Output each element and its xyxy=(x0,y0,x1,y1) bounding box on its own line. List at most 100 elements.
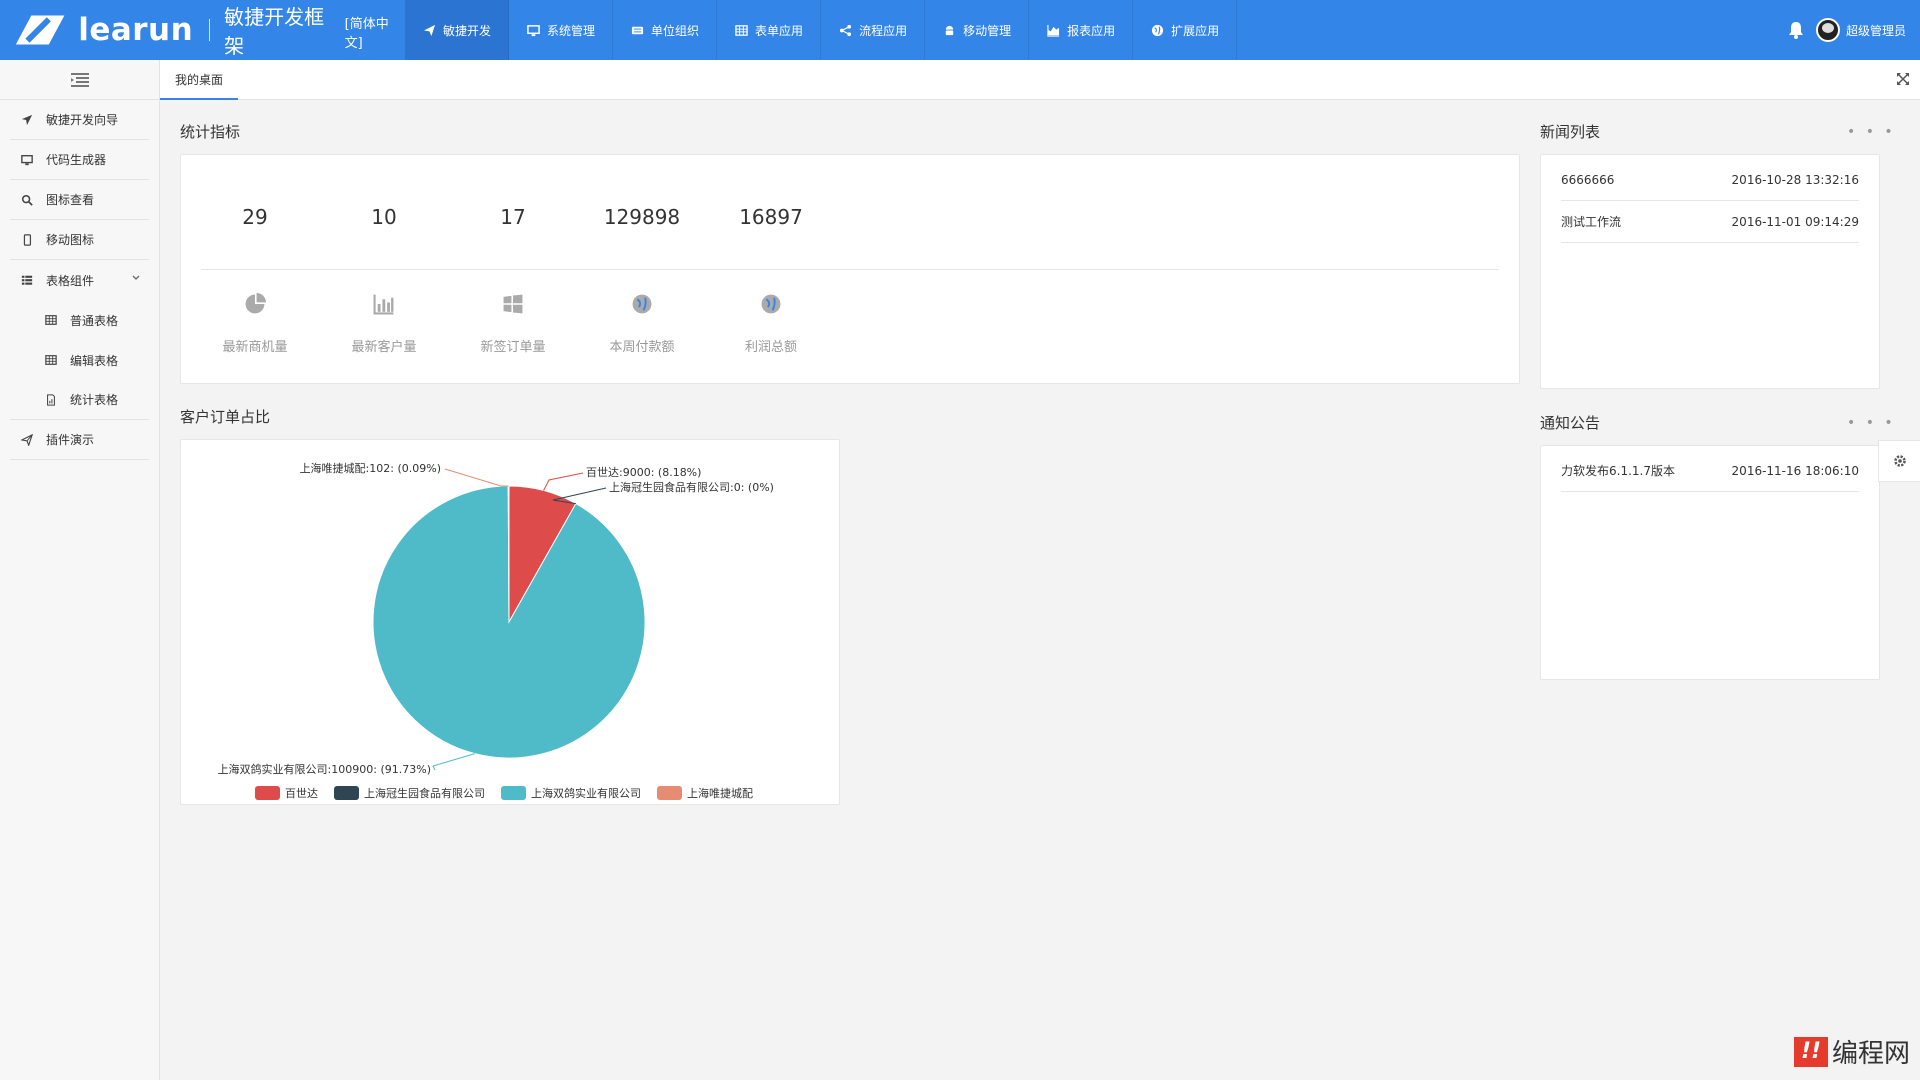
bar-chart-icon xyxy=(373,294,394,315)
sidebar-item-3[interactable]: 移动图标 xyxy=(10,220,149,260)
news-row[interactable]: 测试工作流 2016-11-01 09:14:29 xyxy=(1561,201,1859,243)
notices-more-button[interactable]: • • • xyxy=(1847,415,1896,431)
nav-item-label: 流程应用 xyxy=(859,23,908,38)
nav-item-label: 表单应用 xyxy=(755,23,804,38)
stat-icon-wrap xyxy=(205,293,305,315)
sidebar-menu: 敏捷开发向导 代码生成器图标查看移动图标表格组件普通表格编辑表格统计表格插件演示 xyxy=(0,100,159,460)
sidebar-item-label: 统计表格 xyxy=(70,393,119,407)
watermark: !! 编程网 xyxy=(1793,1033,1910,1070)
stat-value: 17 xyxy=(500,205,526,229)
stat-icon-wrap xyxy=(463,293,563,315)
pie-label-line xyxy=(444,468,509,487)
brand-subtitle: 敏捷开发框架 xyxy=(224,5,325,58)
stat-icon-wrap xyxy=(592,293,692,315)
watermark-logo: !! xyxy=(1793,1036,1828,1067)
legend-swatch[interactable] xyxy=(657,786,682,800)
sidebar-item-label: 表格组件 xyxy=(46,273,95,288)
settings-tab[interactable] xyxy=(1878,440,1920,482)
share-icon xyxy=(839,24,851,36)
notices-title: 通知公告 xyxy=(1540,414,1601,432)
pie-chart-icon xyxy=(245,293,266,314)
legend-label[interactable]: 上海冠生园食品有限公司 xyxy=(364,786,485,800)
sidebar-item-8[interactable]: 插件演示 xyxy=(10,420,149,460)
pie-slice-label: 上海唯捷城配:102: (0.09%) xyxy=(300,461,441,475)
area-chart-icon xyxy=(1046,24,1059,37)
table-icon xyxy=(734,24,748,36)
brand-divider xyxy=(209,19,211,41)
menu-collapse-icon xyxy=(70,72,89,87)
stat-value: 29 xyxy=(242,205,268,229)
gear-icon xyxy=(1893,455,1906,467)
nav-item-6[interactable]: 报表应用 xyxy=(1029,0,1134,60)
legend-label[interactable]: 上海双鸽实业有限公司 xyxy=(531,786,641,800)
watermark-text: 编程网 xyxy=(1831,1039,1910,1069)
globe-icon xyxy=(1151,24,1163,36)
nav-item-2[interactable]: 单位组织 xyxy=(613,0,718,60)
brand[interactable]: learun 敏捷开发框架 [简体中文] xyxy=(0,0,405,60)
news-row-time: 2016-11-01 09:14:29 xyxy=(1731,214,1859,229)
nav-item-5[interactable]: 移动管理 xyxy=(925,0,1030,60)
pie-slice-label: 百世达:9000: (8.18%) xyxy=(586,466,701,479)
paper-plane-icon xyxy=(423,24,435,36)
sidebar-item-2[interactable]: 图标查看 xyxy=(10,180,149,220)
nav-item-label: 系统管理 xyxy=(547,23,596,38)
nav-item-0[interactable]: 敏捷开发 xyxy=(405,0,510,60)
sidebar-toggle[interactable] xyxy=(0,60,159,100)
nav-item-4[interactable]: 流程应用 xyxy=(821,0,926,60)
legend-swatch[interactable] xyxy=(501,786,526,800)
stats-divider xyxy=(201,269,1499,270)
news-panel: 6666666 2016-10-28 13:32:16 测试工作流 2016-11-0… xyxy=(1540,154,1880,389)
nav-item-7[interactable]: 扩展应用 xyxy=(1133,0,1238,60)
user-name[interactable]: 超级管理员 xyxy=(1846,22,1906,39)
notices-row-time: 2016-11-16 18:06:10 xyxy=(1731,463,1859,478)
learun-logo-icon xyxy=(15,15,65,45)
nav-item-label: 单位组织 xyxy=(651,23,700,38)
nav-item-3[interactable]: 表单应用 xyxy=(717,0,822,60)
sidebar-item-label: 图标查看 xyxy=(46,193,95,207)
send-icon xyxy=(21,433,33,446)
sidebar-item-7[interactable]: 统计表格 xyxy=(10,380,149,420)
globe-icon xyxy=(632,294,652,314)
stat-value: 10 xyxy=(371,205,397,229)
fullscreen-icon[interactable] xyxy=(1896,72,1910,86)
tab-bar: 我的桌面 xyxy=(160,60,1920,100)
legend-swatch[interactable] xyxy=(334,786,359,800)
main-nav: 敏捷开发 系统管理 单位组织 表单应用 流程应用 移动管理 报表应用 扩展应用 xyxy=(405,0,1238,60)
sidebar-item-label: 代码生成器 xyxy=(46,153,107,167)
sidebar-item-0[interactable]: 敏捷开发向导 xyxy=(10,100,149,140)
legend-label[interactable]: 上海唯捷城配 xyxy=(687,786,753,800)
file-chart-icon xyxy=(47,393,55,406)
notices-row-title: 力软发布6.1.1.7版本 xyxy=(1561,464,1675,478)
keyboard-icon xyxy=(631,26,643,34)
legend-label[interactable]: 百世达 xyxy=(285,787,318,800)
notices-row[interactable]: 力软发布6.1.1.7版本 2016-11-16 18:06:10 xyxy=(1561,450,1859,492)
sidebar-item-1[interactable]: 代码生成器 xyxy=(10,140,149,180)
stat-label: 最新客户量 xyxy=(351,340,417,355)
mobile-icon xyxy=(23,233,32,246)
nav-item-1[interactable]: 系统管理 xyxy=(509,0,614,60)
news-row-title: 测试工作流 xyxy=(1561,215,1622,229)
android-icon xyxy=(945,25,953,35)
language-switch[interactable]: [简体中文] xyxy=(345,13,405,51)
stat-label: 利润总额 xyxy=(744,340,797,355)
news-row-title: 6666666 xyxy=(1561,172,1615,187)
pie-label-line xyxy=(543,472,584,491)
legend-swatch[interactable] xyxy=(255,786,280,800)
avatar[interactable] xyxy=(1815,18,1840,42)
sidebar-item-5[interactable]: 普通表格 xyxy=(10,300,149,340)
sidebar-item-label: 普通表格 xyxy=(70,313,119,328)
pie-chart-panel: 百世达:9000: (8.18%) 上海冠生园食品有限公司:0: (0%) 上海双鸽… xyxy=(180,439,840,805)
pie-section-title: 客户订单占比 xyxy=(180,408,271,426)
sidebar-item-4[interactable]: 表格组件 xyxy=(10,260,149,300)
search-icon xyxy=(21,194,33,206)
windows-icon xyxy=(503,294,523,314)
sidebar-item-label: 敏捷开发向导 xyxy=(46,113,119,127)
table-icon xyxy=(45,315,57,325)
stat-label: 新签订单量 xyxy=(480,340,546,355)
news-row[interactable]: 6666666 2016-10-28 13:32:16 xyxy=(1561,159,1859,201)
bell-icon[interactable] xyxy=(1786,20,1806,40)
tab-my-desktop[interactable]: 我的桌面 xyxy=(160,60,239,100)
pie-chart: 百世达:9000: (8.18%)上海冠生园食品有限公司:0: (0%) 上海双鸽… xyxy=(218,461,774,800)
sidebar-item-6[interactable]: 编辑表格 xyxy=(10,340,149,380)
news-more-button[interactable]: • • • xyxy=(1847,124,1896,140)
